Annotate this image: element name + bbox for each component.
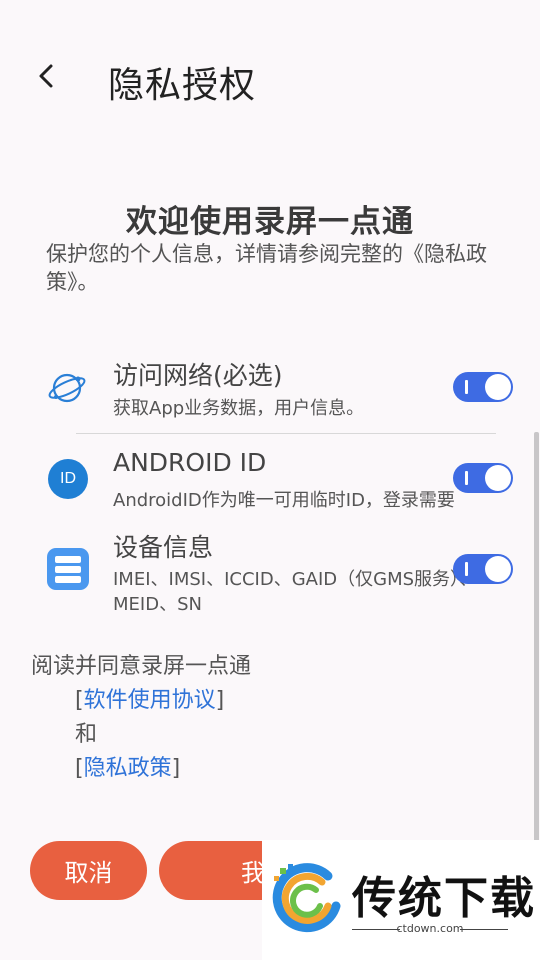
software-agreement-line: [软件使用协议] [75, 682, 224, 714]
divider [76, 433, 496, 434]
chevron-left-icon [37, 63, 55, 93]
welcome-heading: 欢迎使用录屏一点通 [126, 204, 414, 240]
permission-title: ANDROID ID [113, 448, 267, 477]
back-button[interactable] [28, 58, 64, 98]
intro-text: 保护您的个人信息，详情请参阅完整的《隐私政策》。 [46, 242, 487, 294]
privacy-policy-link[interactable]: 隐私政策 [84, 756, 172, 781]
scrollbar[interactable] [534, 432, 539, 842]
permission-row-device-info: 设备信息 IMEI、IMSI、ICCID、GAID（仅GMS服务）、MEID、S… [0, 522, 540, 622]
bracket-close: ] [171, 756, 181, 781]
bracket-close: ] [215, 688, 225, 713]
device-storage-icon [47, 548, 89, 590]
id-icon-text: ID [60, 470, 76, 487]
watermark-logo-icon [270, 862, 346, 942]
permission-title: 设备信息 [113, 533, 214, 562]
cancel-button[interactable]: 取消 [30, 841, 147, 900]
watermark-brand: 传统下载 [352, 873, 536, 924]
permission-desc: IMEI、IMSI、ICCID、GAID（仅GMS服务）、MEID、SN [113, 569, 478, 615]
globe-icon [47, 368, 87, 408]
watermark-url: ctdown.com [396, 922, 464, 935]
bracket-open: [ [75, 756, 84, 781]
agreement-and: 和 [75, 722, 98, 747]
bracket-open: [ [75, 688, 84, 713]
id-icon: ID [48, 459, 88, 499]
permission-row-android-id: ID ANDROID ID AndroidID作为唯一可用临时ID，登录需要 [0, 440, 540, 520]
permission-toggle-android-id[interactable] [453, 463, 513, 493]
page-title: 隐私授权 [108, 65, 257, 106]
agreement-prefix: 阅读并同意录屏一点通 [31, 654, 252, 679]
permission-row-network: 访问网络(必选) 获取App业务数据，用户信息。 [0, 350, 540, 434]
permission-desc: 获取App业务数据，用户信息。 [113, 398, 365, 419]
privacy-policy-line: [隐私政策] [75, 750, 180, 782]
software-agreement-link[interactable]: 软件使用协议 [84, 688, 216, 713]
permission-desc: AndroidID作为唯一可用临时ID，登录需要 [113, 490, 455, 511]
permission-title: 访问网络(必选) [113, 361, 283, 390]
permission-toggle-network[interactable] [453, 372, 513, 402]
permission-toggle-device-info[interactable] [453, 554, 513, 584]
